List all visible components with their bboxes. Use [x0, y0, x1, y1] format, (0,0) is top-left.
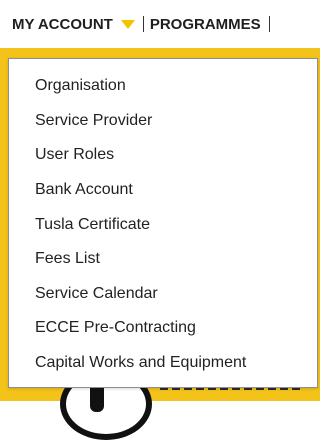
- nav-divider: [142, 16, 144, 32]
- top-navigation: MY ACCOUNT PROGRAMMES: [0, 0, 320, 48]
- menu-item-bank-account[interactable]: Bank Account: [9, 173, 317, 208]
- menu-item-tusla-certificate[interactable]: Tusla Certificate: [9, 207, 317, 242]
- nav-programmes-label: PROGRAMMES: [149, 15, 261, 33]
- nav-divider: [268, 16, 270, 32]
- menu-item-service-provider[interactable]: Service Provider: [9, 104, 317, 139]
- menu-item-user-roles[interactable]: User Roles: [9, 138, 317, 173]
- menu-item-capital-works-and-equipment[interactable]: Capital Works and Equipment: [9, 346, 317, 381]
- chevron-down-icon: [120, 19, 135, 29]
- nav-programmes[interactable]: PROGRAMMES: [150, 0, 261, 48]
- menu-item-organisation[interactable]: Organisation: [9, 69, 317, 104]
- nav-my-account-label: MY ACCOUNT: [12, 15, 113, 33]
- menu-item-service-calendar[interactable]: Service Calendar: [9, 277, 317, 312]
- menu-item-fees-list[interactable]: Fees List: [9, 242, 317, 277]
- my-account-dropdown-menu: Organisation Service Provider User Roles…: [8, 58, 318, 388]
- nav-my-account[interactable]: MY ACCOUNT: [0, 0, 135, 48]
- menu-item-ecce-pre-contracting[interactable]: ECCE Pre-Contracting: [9, 311, 317, 346]
